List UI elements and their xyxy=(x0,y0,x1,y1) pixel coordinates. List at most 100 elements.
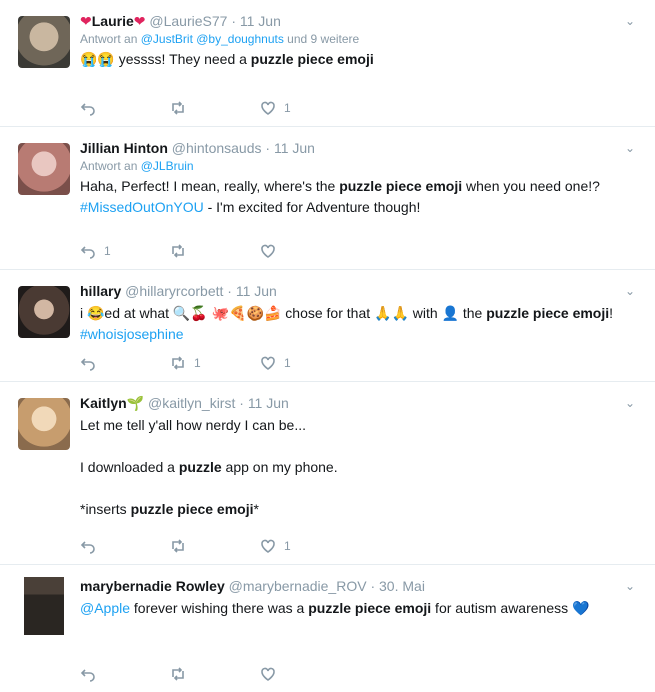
like-icon xyxy=(260,100,276,116)
tweet[interactable]: marybernadie Rowley @marybernadie_ROV · … xyxy=(0,565,655,692)
text-segment: 😭😭 yessss! They need a xyxy=(80,51,251,67)
text-segment: when you need one!? xyxy=(462,178,604,194)
tweet-date[interactable]: 11 Jun xyxy=(248,395,289,411)
reply-button[interactable] xyxy=(80,666,170,682)
hashtag-link[interactable]: #whoisjosephine xyxy=(80,326,184,342)
avatar[interactable] xyxy=(18,143,70,195)
heart-emoji: ❤ xyxy=(80,13,92,29)
retweet-icon xyxy=(170,100,186,116)
like-button[interactable]: 1 xyxy=(260,538,350,554)
text-segment: forever wishing there was a xyxy=(130,600,309,616)
tweet-date[interactable]: 11 Jun xyxy=(240,13,281,29)
tweet-date[interactable]: 11 Jun xyxy=(274,140,315,156)
text-segment: *inserts xyxy=(80,501,131,517)
reply-button[interactable] xyxy=(80,538,170,554)
display-name[interactable]: Kaitlyn xyxy=(80,395,127,411)
tweet[interactable]: Kaitlyn🌱 @kaitlyn_kirst · 11 Jun Let me … xyxy=(0,382,655,565)
text-highlight: puzzle piece emoji xyxy=(486,305,610,321)
retweet-button[interactable]: 1 xyxy=(170,355,260,371)
replying-to: Antwort an @JustBrit @by_doughnuts und 9… xyxy=(80,31,615,47)
tweet-date[interactable]: 30. Mai xyxy=(379,578,425,594)
display-name[interactable]: marybernadie Rowley xyxy=(80,578,225,594)
tweet[interactable]: ❤Laurie❤ @LaurieS77 · 11 Jun Antwort an … xyxy=(0,0,655,127)
text-highlight: puzzle piece emoji xyxy=(250,51,374,67)
tweet[interactable]: hillary @hillaryrcorbett · 11 Jun i 😂ed … xyxy=(0,270,655,382)
user-handle[interactable]: @kaitlyn_kirst xyxy=(148,395,235,411)
text-segment: - I'm excited for Adventure though! xyxy=(203,199,421,215)
reply-icon xyxy=(80,666,96,682)
tweet-header: marybernadie Rowley @marybernadie_ROV · … xyxy=(80,577,615,596)
like-count: 1 xyxy=(284,356,291,370)
tweet-date[interactable]: 11 Jun xyxy=(236,283,277,299)
retweet-button[interactable] xyxy=(170,100,260,116)
tweet-text: 😭😭 yessss! They need a puzzle piece emoj… xyxy=(80,49,615,70)
display-name[interactable]: hillary xyxy=(80,283,121,299)
user-handle[interactable]: @LaurieS77 xyxy=(149,13,227,29)
user-handle[interactable]: @hillaryrcorbett xyxy=(125,283,223,299)
like-button[interactable] xyxy=(260,666,350,682)
tweet-actions xyxy=(80,666,350,682)
replying-links[interactable]: @JLBruin xyxy=(141,159,194,173)
chevron-down-icon[interactable]: ⌄ xyxy=(625,396,635,410)
replying-links[interactable]: @JustBrit @by_doughnuts xyxy=(141,32,284,46)
chevron-down-icon[interactable]: ⌄ xyxy=(625,284,635,298)
like-count: 1 xyxy=(284,101,291,115)
tweet-feed: ❤Laurie❤ @LaurieS77 · 11 Jun Antwort an … xyxy=(0,0,655,692)
like-button[interactable]: 1 xyxy=(260,100,350,116)
like-icon xyxy=(260,666,276,682)
display-name[interactable]: Jillian Hinton xyxy=(80,140,168,156)
separator-dot: · xyxy=(231,13,236,29)
tweet[interactable]: Jillian Hinton @hintonsauds · 11 Jun Ant… xyxy=(0,127,655,270)
chevron-down-icon[interactable]: ⌄ xyxy=(625,14,635,28)
mention-link[interactable]: @Apple xyxy=(80,600,130,616)
heart-emoji: ❤ xyxy=(133,13,146,29)
text-segment: ! xyxy=(609,305,617,321)
separator-dot: · xyxy=(227,283,232,299)
avatar[interactable] xyxy=(18,398,70,450)
chevron-down-icon[interactable]: ⌄ xyxy=(625,141,635,155)
retweet-button[interactable] xyxy=(170,538,260,554)
text-segment: app on my phone. xyxy=(221,459,338,475)
avatar[interactable] xyxy=(24,577,64,635)
retweet-icon xyxy=(170,355,186,371)
reply-count: 1 xyxy=(104,244,111,258)
replying-prefix: Antwort an xyxy=(80,159,138,173)
sprout-emoji: 🌱 xyxy=(126,395,145,411)
tweet-text: i 😂ed at what 🔍🍒 🐙🍕🍪🍰 chose for that 🙏🙏 … xyxy=(80,303,615,345)
text-highlight: puzzle piece emoji xyxy=(308,600,432,616)
tweet-actions: 1 xyxy=(80,538,350,554)
blue-heart-emoji: 💙 xyxy=(572,600,590,616)
hashtag-link[interactable]: #MissedOutOnYOU xyxy=(80,199,204,215)
retweet-button[interactable] xyxy=(170,666,260,682)
replying-to: Antwort an @JLBruin xyxy=(80,158,615,174)
retweet-icon xyxy=(170,538,186,554)
tweet-text: Haha, Perfect! I mean, really, where's t… xyxy=(80,176,615,218)
like-button[interactable] xyxy=(260,243,350,259)
like-icon xyxy=(260,243,276,259)
reply-button[interactable] xyxy=(80,100,170,116)
user-handle[interactable]: @marybernadie_ROV xyxy=(229,578,367,594)
like-button[interactable]: 1 xyxy=(260,355,350,371)
like-icon xyxy=(260,538,276,554)
avatar[interactable] xyxy=(18,16,70,68)
tweet-actions: 1 xyxy=(80,100,350,116)
reply-icon xyxy=(80,355,96,371)
retweet-count: 1 xyxy=(194,356,201,370)
like-icon xyxy=(260,355,276,371)
retweet-icon xyxy=(170,243,186,259)
replying-prefix: Antwort an xyxy=(80,32,138,46)
user-handle[interactable]: @hintonsauds xyxy=(172,140,262,156)
avatar[interactable] xyxy=(18,286,70,338)
chevron-down-icon[interactable]: ⌄ xyxy=(625,579,635,593)
retweet-button[interactable] xyxy=(170,243,260,259)
text-line: Let me tell y'all how nerdy I can be... xyxy=(80,417,307,433)
tweet-header: ❤Laurie❤ @LaurieS77 · 11 Jun xyxy=(80,12,615,31)
retweet-icon xyxy=(170,666,186,682)
text-segment: for autism awareness xyxy=(431,600,573,616)
separator-dot: · xyxy=(265,140,271,156)
tweet-actions: 1 1 xyxy=(80,355,350,371)
reply-button[interactable] xyxy=(80,355,170,371)
display-name[interactable]: Laurie xyxy=(92,13,134,29)
text-highlight: puzzle xyxy=(178,459,222,475)
reply-button[interactable]: 1 xyxy=(80,243,170,259)
